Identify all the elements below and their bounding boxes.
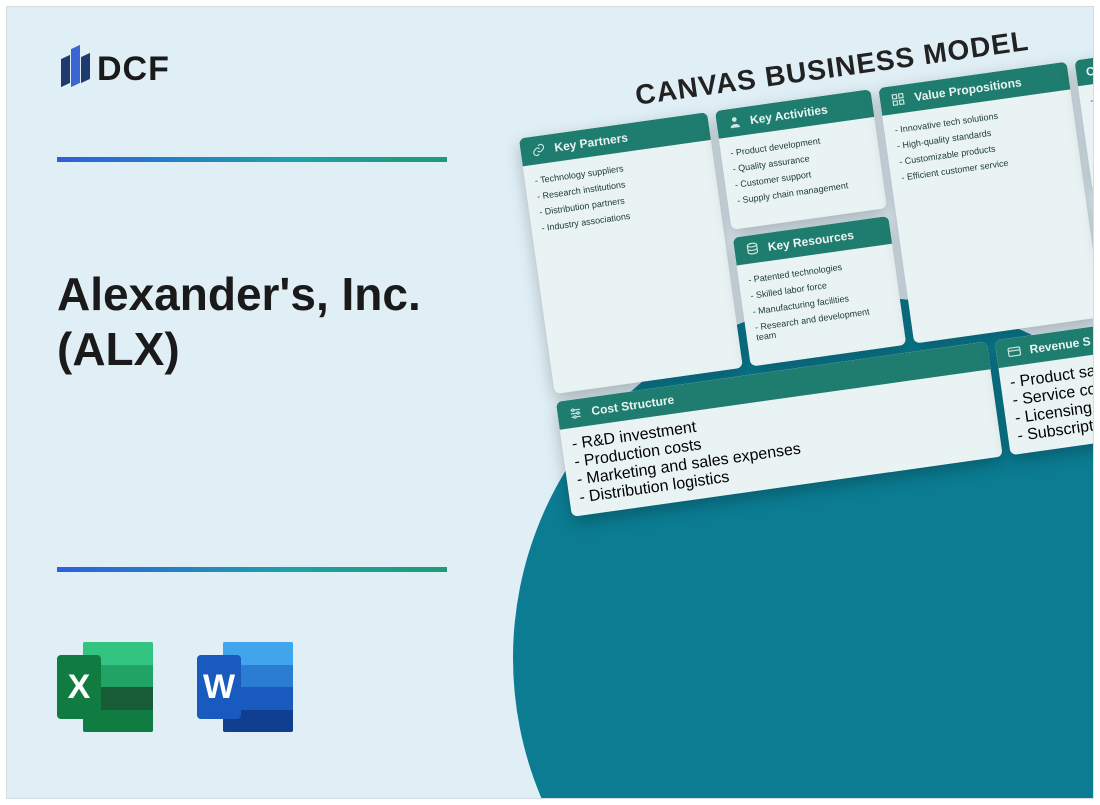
divider-top xyxy=(57,157,447,162)
word-icon: W xyxy=(197,637,297,737)
grid-icon xyxy=(890,90,908,108)
link-icon xyxy=(530,141,548,159)
excel-icon: X xyxy=(57,637,157,737)
card-key-resources: Key Resources - Patented technologies - … xyxy=(732,216,907,367)
database-icon xyxy=(743,240,761,258)
app-badges: X W xyxy=(57,637,297,737)
card-revenue-streams: Revenue S - Product sales - Service cont… xyxy=(994,313,1094,455)
card-key-activities: Key Activities - Product development - Q… xyxy=(714,89,887,230)
logo-bars-icon xyxy=(57,47,91,91)
page-title: Alexander's, Inc. (ALX) xyxy=(57,267,497,377)
divider-bottom xyxy=(57,567,447,572)
sliders-icon xyxy=(567,404,585,422)
card-value-propositions: Value Propositions - Innovative tech sol… xyxy=(879,62,1094,344)
person-icon xyxy=(725,113,743,131)
canvas-document: CANVAS BUSINESS MODEL Key Partners - Tec… xyxy=(513,8,1094,517)
brand-name: DCF xyxy=(97,50,170,89)
brand-logo: DCF xyxy=(57,47,170,91)
marketing-card: DCF Alexander's, Inc. (ALX) X W CANVAS B… xyxy=(6,6,1094,799)
card-key-partners: Key Partners - Technology suppliers - Re… xyxy=(519,112,743,394)
card-icon xyxy=(1005,343,1023,361)
